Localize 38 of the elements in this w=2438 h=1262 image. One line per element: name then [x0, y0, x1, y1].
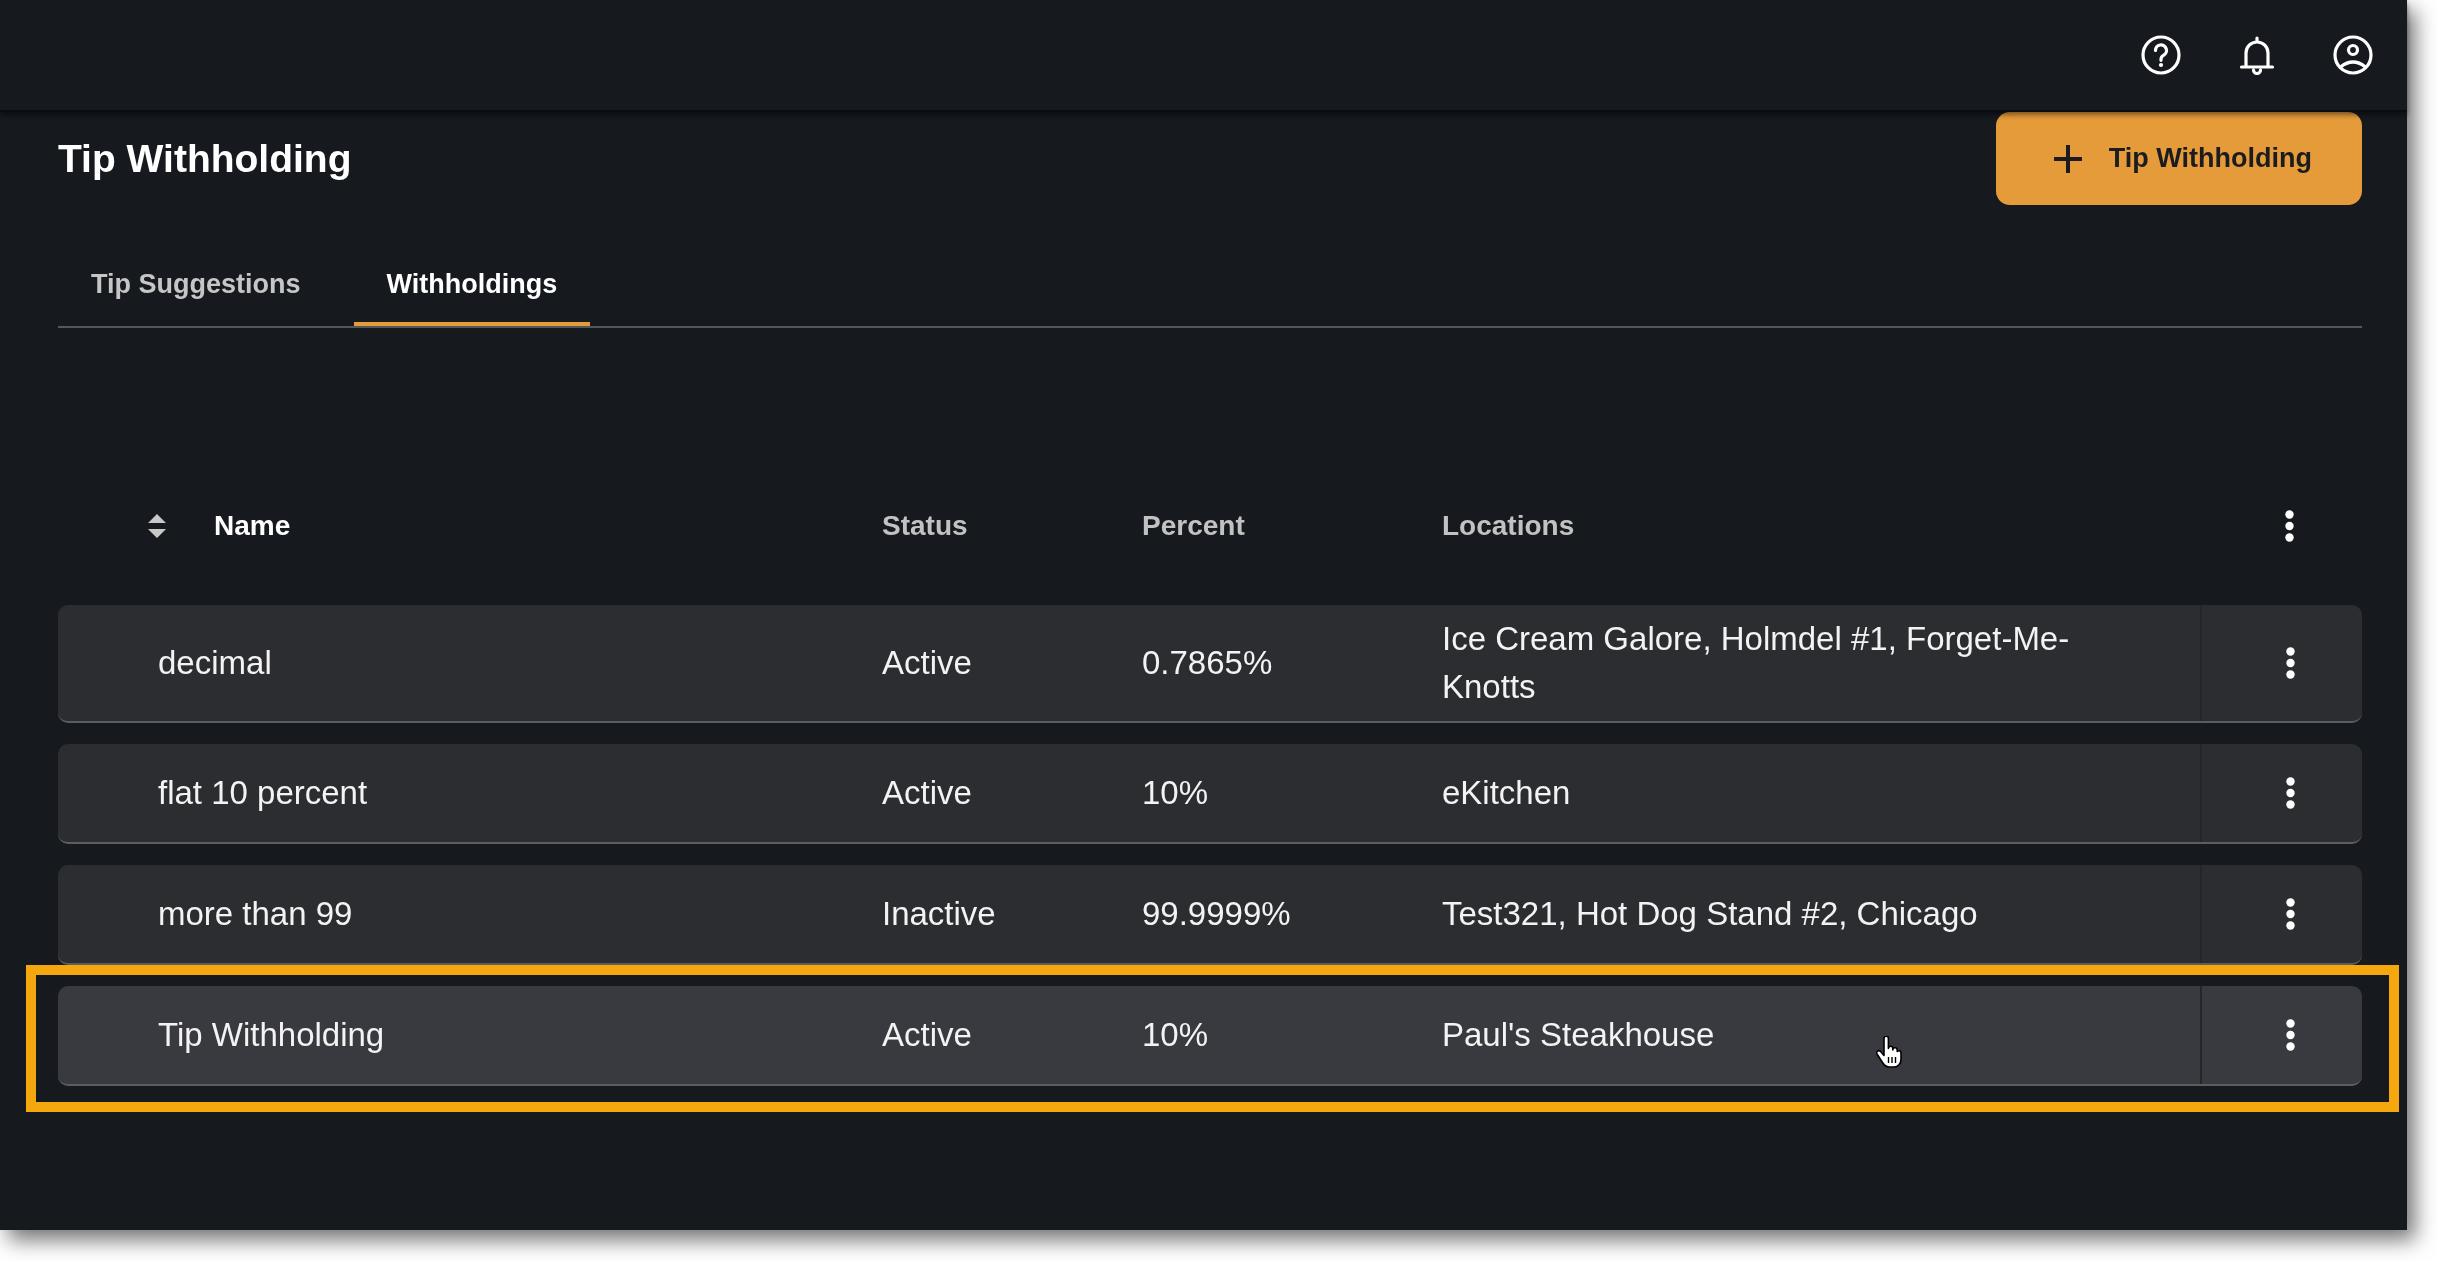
table-row[interactable]: more than 99 Inactive 99.9999% Test321, Hot Dog Stand #2, Chicago — [58, 865, 2362, 965]
add-withholding-button[interactable]: Tip Withholding — [1995, 112, 2362, 205]
bell-icon[interactable] — [2237, 35, 2277, 75]
status-cell-text: Active — [882, 1015, 972, 1055]
name-cell-text: Tip Withholding — [158, 1015, 385, 1055]
status-cell-text: Inactive — [882, 894, 996, 934]
tab[interactable]: Tip Suggestions — [58, 242, 334, 326]
help-icon[interactable] — [2141, 35, 2181, 75]
kebab-menu-icon[interactable] — [2285, 647, 2295, 679]
page-title: Tip Withholding — [58, 135, 352, 182]
sort-icon[interactable] — [148, 514, 166, 538]
column-header: Percent — [1142, 510, 1245, 541]
hand-cursor-icon — [1876, 1036, 1902, 1068]
percent-cell-text: 99.9999% — [1142, 894, 1291, 934]
kebab-menu-icon[interactable] — [2285, 777, 2295, 809]
tab[interactable]: Withholdings — [353, 242, 591, 326]
percent-cell-text: 10% — [1142, 773, 1209, 813]
table-row[interactable]: decimal Active 0.7865% Ice Cream Galore, Holmdel #1, Forget-Me-Knotts — [58, 605, 2362, 723]
locations-cell-text: Test321, Hot Dog Stand #2, Chicago — [1442, 894, 1978, 934]
column-header: Name — [214, 510, 291, 542]
name-cell-text: flat 10 percent — [158, 773, 368, 813]
user-circle-icon[interactable] — [2333, 35, 2373, 75]
status-cell-text: Active — [882, 643, 972, 683]
name-cell-text: decimal — [158, 643, 272, 683]
plus-icon — [2053, 144, 2082, 173]
column-header: Locations — [1442, 510, 1575, 541]
locations-cell-text: Paul's Steakhouse — [1442, 1015, 1715, 1055]
kebab-menu-icon[interactable] — [2285, 898, 2295, 930]
kebab-menu-icon[interactable] — [2285, 1019, 2295, 1051]
percent-cell-text: 10% — [1142, 1015, 1209, 1055]
status-cell-text: Active — [882, 773, 972, 813]
column-header: Status — [882, 510, 968, 541]
name-cell-text: more than 99 — [158, 894, 353, 934]
locations-cell-text: eKitchen — [1442, 773, 1571, 813]
kebab-menu-icon[interactable] — [2284, 510, 2294, 542]
percent-cell-text: 0.7865% — [1142, 643, 1273, 683]
table-row[interactable]: flat 10 percent Active 10% eKitchen — [58, 744, 2362, 844]
locations-cell-text: Ice Cream Galore, Holmdel #1, Forget-Me-Knotts — [1442, 619, 2071, 707]
